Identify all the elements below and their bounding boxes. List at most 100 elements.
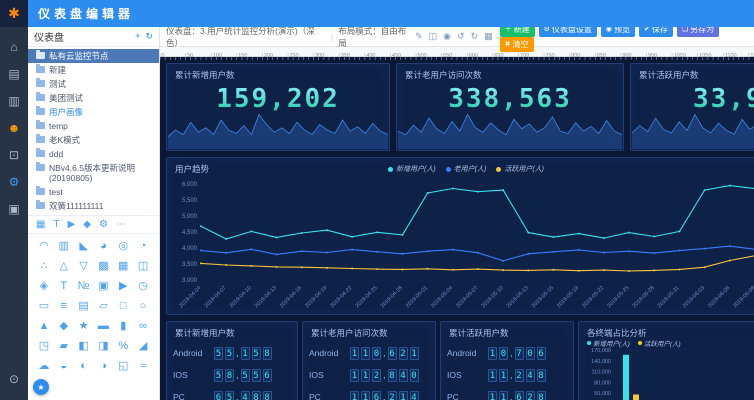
- preview-eye-icon[interactable]: ◉: [443, 31, 451, 41]
- list-icon[interactable]: ≡: [54, 300, 74, 313]
- tree-item-4[interactable]: 用户画像: [28, 105, 159, 119]
- polar-icon[interactable]: ◑: [94, 360, 114, 373]
- percent-icon[interactable]: %: [113, 340, 133, 353]
- star-icon[interactable]: ★: [74, 320, 94, 333]
- map-icon[interactable]: ◈: [34, 280, 54, 293]
- tree-item-1[interactable]: 新建: [28, 63, 159, 77]
- button-icon[interactable]: ▮: [113, 320, 133, 333]
- power-icon[interactable]: ⊙: [0, 365, 28, 392]
- svg-text:2019-05-22: 2019-05-22: [581, 285, 605, 309]
- tree-item-3[interactable]: 美团测试: [28, 91, 159, 105]
- text-widget-icon[interactable]: T: [54, 280, 74, 293]
- link-icon[interactable]: ∞: [133, 320, 153, 333]
- pie-chart-icon[interactable]: ◕: [94, 240, 114, 253]
- ruler-icon[interactable]: ◫: [429, 31, 438, 41]
- trend-chart-card[interactable]: 用户趋势 新增用户(人) 老用户(人) 活跃用户(人) 3,000 3,500 4,…: [166, 157, 754, 315]
- tree-item-8[interactable]: NBv4.6.5版本更新说明 (20190805): [28, 161, 159, 185]
- home-icon[interactable]: ⌂: [0, 33, 28, 60]
- tree-item-5[interactable]: temp: [28, 119, 159, 133]
- svg-text:2019-04-22: 2019-04-22: [329, 285, 353, 309]
- redo-icon[interactable]: ↻: [471, 31, 479, 41]
- board-card-old-visits[interactable]: 累计老用户访问次数 Android 1 1 0, 6 2 1 IOS 1 1 2, 8 4 0 PC 1 1 6,…: [302, 321, 436, 400]
- iframe-icon[interactable]: ◳: [34, 340, 54, 353]
- digit-comma: ,: [510, 348, 513, 358]
- refresh-icon[interactable]: ↻: [145, 31, 153, 41]
- area-chart-icon[interactable]: ◣: [74, 240, 94, 253]
- tree-item-7[interactable]: ddd: [28, 147, 159, 161]
- ring-icon[interactable]: ◐: [74, 360, 94, 373]
- border-icon[interactable]: ◨: [94, 340, 114, 353]
- clear-button[interactable]: ✖ 清空: [499, 36, 534, 52]
- tree-item-9[interactable]: test: [28, 185, 159, 199]
- legend-item-active-users[interactable]: 活跃用户(人): [496, 164, 544, 174]
- scatter-chart-icon[interactable]: ∴: [34, 260, 54, 273]
- file-icon[interactable]: ▣: [0, 195, 28, 222]
- digit-tile: 2: [514, 368, 524, 382]
- tabs-icon[interactable]: ▤: [74, 300, 94, 313]
- line-chart-icon[interactable]: ◠: [34, 240, 54, 253]
- image-widget-icon[interactable]: ▣: [94, 280, 114, 293]
- legend-item-active-users[interactable]: 活跃用户(人): [637, 338, 681, 348]
- funnel-chart-icon[interactable]: ▽: [74, 260, 94, 273]
- wordcloud-icon[interactable]: ☁: [34, 360, 54, 373]
- board-card-new-users[interactable]: 累计新增用户数 Android 5 5, 1 5 8 IOS 5 8, 5 5 6 PC 6 5, 4 8 8: [166, 321, 298, 400]
- diamond-icon[interactable]: ◆: [54, 320, 74, 333]
- gauge-icon[interactable]: ◔: [133, 240, 153, 253]
- more-tab-icon[interactable]: ⋯: [116, 219, 126, 230]
- tree-item-2[interactable]: 测试: [28, 77, 159, 91]
- terminal-share-card[interactable]: 各终端占比分析 新增用户(人) 活跃用户(人) 170,000 140,000 11…: [578, 321, 754, 400]
- triangle-icon[interactable]: ▲: [34, 320, 54, 333]
- donut-chart-icon[interactable]: ◎: [113, 240, 133, 253]
- legend-item-new-users[interactable]: 新增用户(人): [387, 164, 436, 174]
- carousel-icon[interactable]: ▱: [94, 300, 114, 313]
- tree-item-10[interactable]: 双簧111111111: [28, 199, 159, 213]
- circle-icon[interactable]: ○: [133, 300, 153, 313]
- reports-icon[interactable]: ▤: [0, 60, 28, 87]
- digit-tile: 1: [488, 346, 497, 360]
- grid-icon[interactable]: ▦: [484, 31, 493, 41]
- users-icon[interactable]: ☻: [0, 114, 28, 141]
- progress-icon[interactable]: ▭: [34, 300, 54, 313]
- text-tab-icon[interactable]: T: [53, 219, 59, 230]
- undo-icon[interactable]: ↺: [457, 31, 465, 41]
- liquid-icon[interactable]: ◒: [54, 360, 74, 373]
- svg-text:400: 400: [366, 53, 375, 59]
- screen-icon[interactable]: ⊡: [0, 141, 28, 168]
- tree-item-0[interactable]: 私有云监控节点: [28, 49, 159, 63]
- heatmap-icon[interactable]: ▩: [94, 260, 114, 273]
- add-dashboard-icon[interactable]: +: [135, 31, 140, 41]
- treemap-icon[interactable]: ◱: [113, 360, 133, 373]
- table-icon[interactable]: ▦: [113, 260, 133, 273]
- dashboard-tree: 私有云监控节点 新建 测试 美团测试 用户画像 temp 老K模式 ddd NBv4.6.5版本…: [28, 47, 159, 215]
- bar-chart-icon[interactable]: ▥: [54, 240, 74, 253]
- sankey-icon[interactable]: ≈: [133, 360, 153, 373]
- legend-item-old-users[interactable]: 老用户(人): [445, 164, 486, 174]
- pencil-icon[interactable]: ✎: [415, 31, 423, 41]
- label-icon[interactable]: ▬: [94, 320, 114, 333]
- app-logo[interactable]: ✱: [0, 0, 28, 27]
- datasource-icon[interactable]: ▥: [0, 87, 28, 114]
- settings-icon[interactable]: ⚙: [0, 168, 28, 195]
- dashboard-canvas[interactable]: 累计新增用户数 159,202 累计老用户访问次数 338,563 累计活跃用户…: [160, 57, 754, 400]
- decoration-icon[interactable]: ◧: [74, 340, 94, 353]
- radar-chart-icon[interactable]: △: [54, 260, 74, 273]
- video-widget-icon[interactable]: ▶: [113, 280, 133, 293]
- controls-tab-icon[interactable]: ⚙: [99, 219, 108, 230]
- message-fab[interactable]: ★: [33, 379, 49, 395]
- shapes-tab-icon[interactable]: ◆: [83, 219, 91, 230]
- trend-icon[interactable]: ◢: [133, 340, 153, 353]
- legend-item-new-users[interactable]: 新增用户(人): [587, 338, 630, 348]
- clock-widget-icon[interactable]: ◷: [133, 280, 153, 293]
- media-tab-icon[interactable]: ▶: [68, 219, 76, 230]
- kpi-card-new-users[interactable]: 累计新增用户数 159,202: [166, 63, 390, 151]
- candlestick-icon[interactable]: ◫: [133, 260, 153, 273]
- board-card-active-users[interactable]: 累计活跃用户数 Android 1 0, 7 0 6 IOS 1 1, 2 4 8 PC 1 1, 6 2 8: [440, 321, 574, 400]
- charts-tab-icon[interactable]: ▦: [36, 219, 45, 230]
- number-widget-icon[interactable]: №: [74, 280, 94, 293]
- tree-item-6[interactable]: 老K模式: [28, 133, 159, 147]
- kpi-card-old-visits[interactable]: 累计老用户访问次数 338,563: [396, 63, 624, 151]
- svg-text:450: 450: [392, 53, 401, 59]
- kpi-card-active-users[interactable]: 累计活跃用户数 33,963: [630, 63, 754, 151]
- rectangle-icon[interactable]: □: [113, 300, 133, 313]
- marquee-icon[interactable]: ▰: [54, 340, 74, 353]
